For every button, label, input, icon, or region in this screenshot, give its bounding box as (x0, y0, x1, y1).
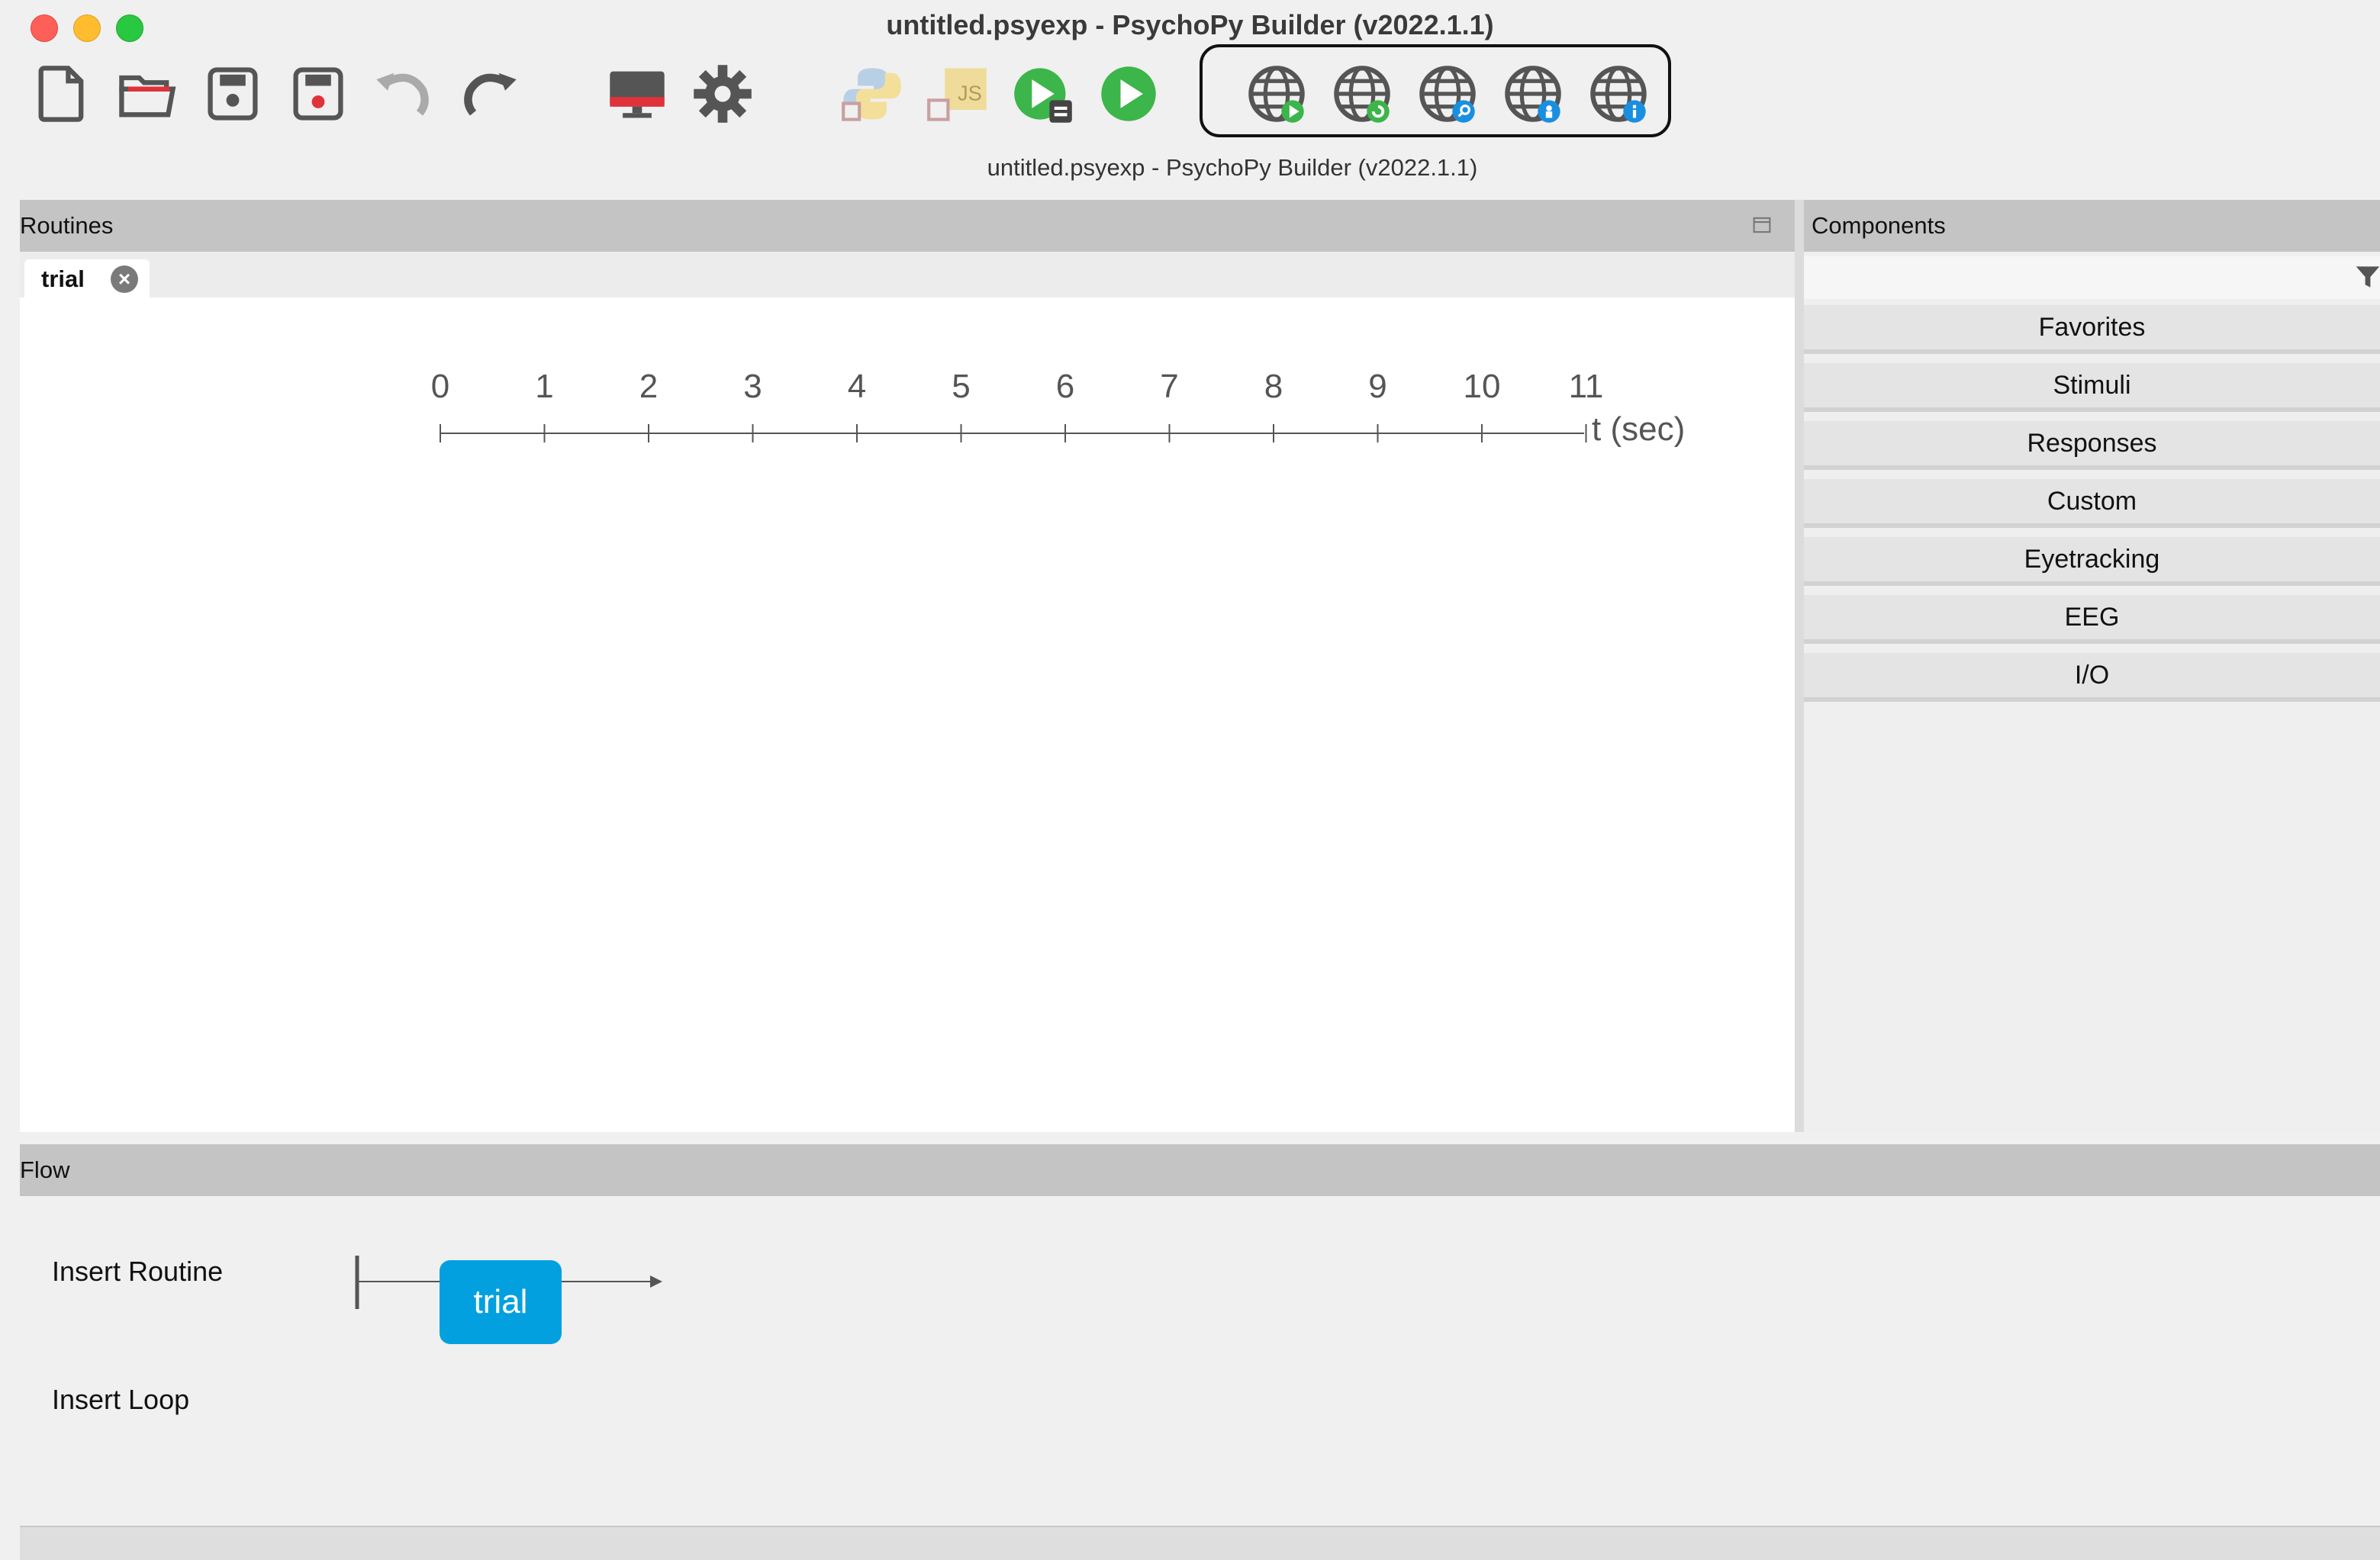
components-filter-bar (1804, 256, 2380, 299)
routine-canvas[interactable] (20, 298, 1795, 1132)
svg-text:JS: JS (958, 81, 982, 105)
timeline-tick-label: 7 (1160, 368, 1179, 405)
component-category-stimuli[interactable]: Stimuli (1804, 363, 2380, 412)
user-online-button[interactable] (1499, 60, 1567, 128)
new-file-button[interactable] (27, 60, 96, 128)
timeline-tick-label: 10 (1463, 368, 1501, 405)
flow-panel-label: Flow (20, 1156, 70, 1183)
sync-online-icon (1334, 66, 1390, 123)
undo-icon (376, 72, 429, 116)
timeline-tick-label: 1 (535, 368, 554, 405)
save-icon (208, 67, 258, 121)
component-category-i-o[interactable]: I/O (1804, 653, 2380, 702)
runner-icon (1014, 68, 1072, 123)
project-info-button[interactable] (1584, 60, 1653, 128)
open-folder-icon (119, 75, 176, 117)
compile-js-icon: JS (927, 68, 987, 121)
tab-trial[interactable]: trial × (24, 259, 150, 299)
compile-python-icon (842, 68, 901, 121)
compile-python-button[interactable] (838, 60, 907, 128)
close-tab-icon[interactable]: × (111, 265, 138, 293)
timeline-tick-label: 6 (1055, 368, 1075, 405)
timeline-tick-label: 4 (847, 368, 867, 405)
component-category-eyetracking[interactable]: Eyetracking (1804, 537, 2380, 586)
panel-maximize-icon[interactable] (1752, 215, 1772, 235)
insert-routine-button[interactable]: Insert Routine (52, 1256, 223, 1288)
component-category-eeg[interactable]: EEG (1804, 595, 2380, 644)
component-category-favorites[interactable]: Favorites (1804, 305, 2380, 354)
run-icon (1101, 66, 1156, 121)
component-category-responses[interactable]: Responses (1804, 421, 2380, 470)
timeline-tick-label: 5 (952, 368, 971, 405)
timeline-tick-label: 11 (1568, 368, 1604, 405)
window-subtitle: untitled.psyexp - PsychoPy Builder (v202… (987, 154, 1478, 181)
tab-trial-label: trial (41, 265, 85, 292)
search-online-icon (1419, 66, 1476, 123)
component-category-custom[interactable]: Custom (1804, 479, 2380, 528)
timeline-tick-label: 9 (1368, 368, 1387, 405)
save-as-icon (293, 67, 343, 121)
routines-panel-header: Routines (20, 200, 1795, 252)
timeline-tick-label: 8 (1264, 368, 1283, 405)
run-button[interactable] (1094, 60, 1163, 128)
monitor-center-button[interactable] (603, 60, 671, 128)
save-as-button[interactable] (284, 60, 353, 128)
timeline-tick-label: 0 (430, 368, 450, 405)
gear-icon (694, 65, 752, 123)
monitor-icon (610, 71, 665, 118)
flow-routine-label: trial (473, 1283, 528, 1320)
undo-button[interactable] (369, 60, 438, 128)
run-online-icon (1248, 66, 1305, 123)
runner-button[interactable] (1009, 60, 1077, 128)
new-file-icon (38, 66, 84, 122)
redo-button[interactable] (455, 60, 523, 128)
filter-icon[interactable] (2355, 264, 2380, 290)
redo-icon (464, 72, 517, 116)
flow-panel (20, 1196, 2380, 1524)
bottom-scrollbar[interactable] (20, 1526, 2380, 1560)
routine-tabstrip (20, 252, 1795, 298)
components-panel-header: Components (1804, 200, 2380, 252)
timeline-unit-label: t (sec) (1592, 410, 1686, 448)
panel-splitter[interactable] (1795, 200, 1804, 1132)
open-button[interactable] (113, 60, 182, 128)
timeline-tick-label: 2 (639, 368, 659, 405)
timeline-tick-label: 3 (743, 368, 762, 405)
routines-panel-label: Routines (20, 212, 114, 239)
project-info-icon (1590, 66, 1647, 123)
insert-loop-button[interactable]: Insert Loop (52, 1384, 189, 1416)
components-panel-label: Components (1812, 212, 1946, 239)
compile-js-button[interactable]: JS (923, 60, 992, 128)
sync-online-button[interactable] (1328, 60, 1396, 128)
flow-routine-trial[interactable]: trial (440, 1260, 562, 1344)
run-online-button[interactable] (1242, 60, 1311, 128)
search-online-button[interactable] (1413, 60, 1482, 128)
experiment-settings-button[interactable] (688, 60, 757, 128)
window-title: untitled.psyexp - PsychoPy Builder (v202… (886, 9, 1494, 40)
flow-panel-header: Flow (20, 1144, 2380, 1196)
save-button[interactable] (198, 60, 267, 128)
user-online-icon (1505, 66, 1561, 123)
